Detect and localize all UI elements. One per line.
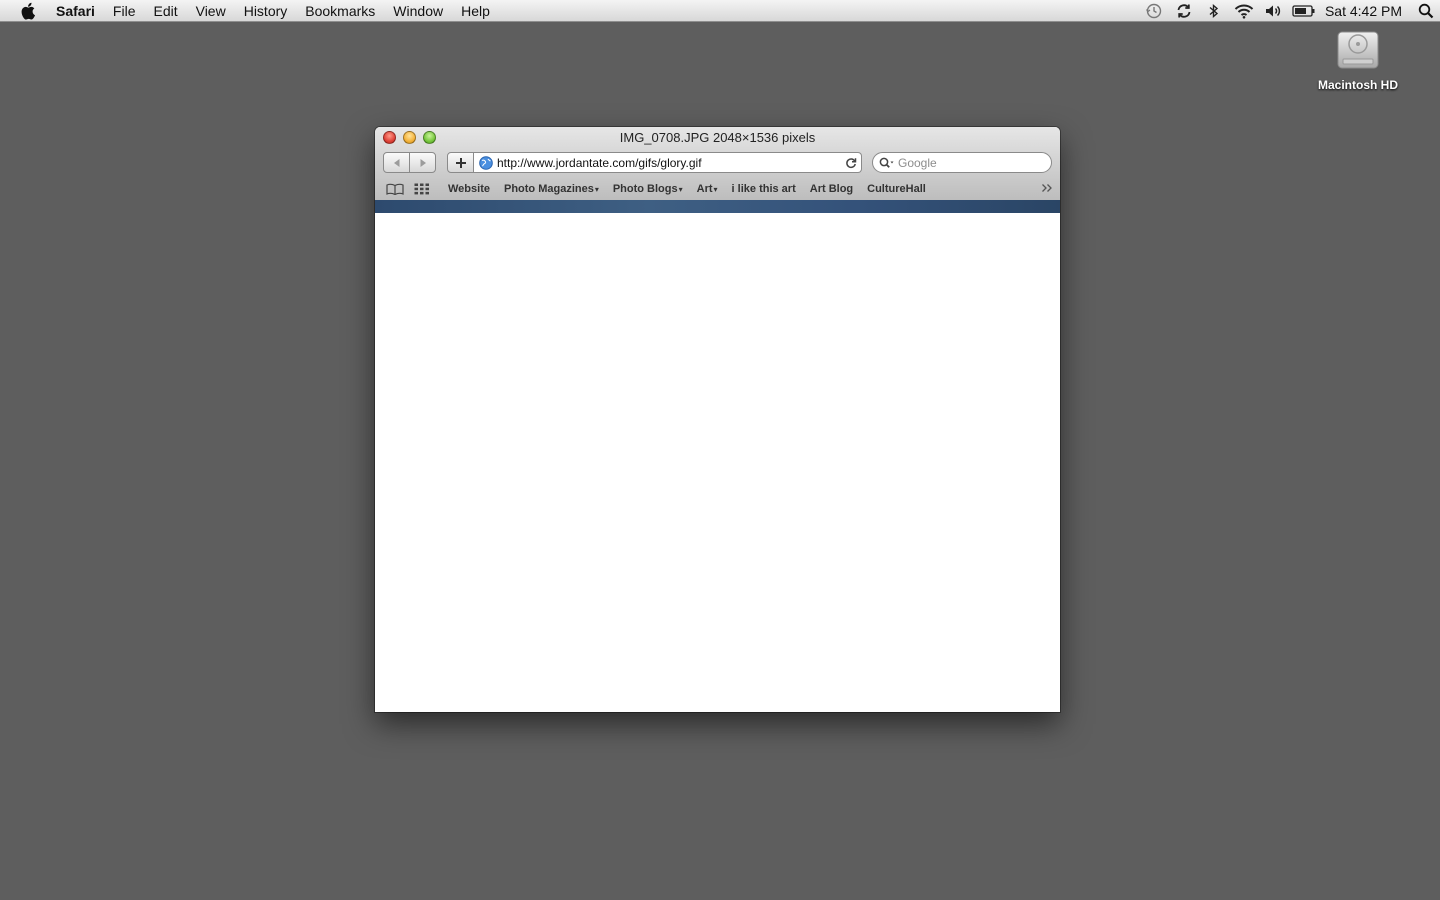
- search-icon: [876, 157, 898, 169]
- chevron-down-icon: ▾: [594, 184, 599, 194]
- bookmark-label: Art: [696, 182, 713, 195]
- battery-icon[interactable]: [1289, 0, 1319, 22]
- search-input[interactable]: [898, 155, 1038, 170]
- title-bar[interactable]: IMG_0708.JPG 2048×1536 pixels: [375, 127, 1060, 149]
- menu-view[interactable]: View: [187, 0, 235, 22]
- bookmark-website[interactable]: Website: [441, 183, 497, 195]
- page-content[interactable]: [375, 213, 1060, 712]
- window-title: IMG_0708.JPG 2048×1536 pixels: [619, 130, 816, 145]
- sync-icon[interactable]: [1169, 0, 1199, 22]
- nav-buttons: [383, 152, 436, 173]
- menu-window[interactable]: Window: [384, 0, 452, 22]
- menu-help[interactable]: Help: [452, 0, 499, 22]
- wifi-icon[interactable]: [1229, 0, 1259, 22]
- window-chrome: IMG_0708.JPG 2048×1536 pixels http://www…: [375, 127, 1060, 200]
- safari-window: IMG_0708.JPG 2048×1536 pixels http://www…: [375, 127, 1060, 712]
- search-field[interactable]: [872, 152, 1052, 173]
- reload-icon[interactable]: [841, 153, 861, 173]
- apple-menu-icon[interactable]: [18, 0, 40, 22]
- show-all-bookmarks-icon[interactable]: [384, 180, 406, 198]
- volume-icon[interactable]: [1259, 0, 1289, 22]
- menu-safari[interactable]: Safari: [54, 0, 104, 22]
- url-text: http://www.jordantate.com/gifs/glory.gif: [497, 155, 702, 170]
- menu-bookmarks[interactable]: Bookmarks: [296, 0, 384, 22]
- bookmark-photo-blogs[interactable]: Photo Blogs▾: [606, 183, 690, 195]
- top-sites-icon[interactable]: [411, 180, 433, 198]
- menu-clock[interactable]: Sat 4:42 PM: [1319, 0, 1412, 22]
- globe-icon: [477, 154, 495, 172]
- forward-button[interactable]: [409, 153, 435, 172]
- toolbar: http://www.jordantate.com/gifs/glory.gif: [375, 149, 1060, 177]
- plus-icon: [455, 157, 466, 168]
- chevron-down-icon: ▾: [713, 184, 718, 194]
- bookmarks-overflow-icon[interactable]: [1040, 179, 1054, 197]
- bookmark-label: i like this art: [731, 182, 796, 195]
- address-bar[interactable]: http://www.jordantate.com/gifs/glory.gif: [474, 152, 862, 173]
- time-machine-icon[interactable]: [1139, 0, 1169, 22]
- status-menus: Sat 4:42 PM: [1139, 0, 1440, 22]
- bookmark-culturehall[interactable]: CultureHall: [860, 183, 933, 195]
- bookmark-label: Photo Blogs: [612, 182, 678, 195]
- image-top-stripe: [375, 200, 1060, 213]
- menu-bar: Safari File Edit View History Bookmarks …: [0, 0, 1440, 22]
- bookmark-label: Website: [448, 182, 490, 195]
- menu-file[interactable]: File: [104, 0, 145, 22]
- add-bookmark-button[interactable]: [447, 152, 474, 173]
- bookmark-art-blog[interactable]: Art Blog: [803, 183, 860, 195]
- spotlight-search-icon[interactable]: [1412, 0, 1440, 22]
- menu-history[interactable]: History: [235, 0, 297, 22]
- bookmark-art[interactable]: Art▾: [690, 183, 725, 195]
- bookmark-i-like-this-art[interactable]: i like this art: [725, 183, 803, 195]
- bluetooth-icon[interactable]: [1199, 0, 1229, 22]
- bookmark-label: Art Blog: [809, 182, 854, 195]
- desktop-hd[interactable]: Macintosh HD: [1308, 28, 1408, 92]
- bookmark-photo-magazines[interactable]: Photo Magazines▾: [497, 183, 606, 195]
- hard-drive-icon: [1335, 28, 1381, 72]
- back-button[interactable]: [384, 153, 409, 172]
- bookmark-label: CultureHall: [867, 182, 926, 195]
- bookmark-label: Photo Magazines: [503, 182, 594, 195]
- menu-edit[interactable]: Edit: [144, 0, 186, 22]
- hd-label: Macintosh HD: [1317, 78, 1398, 92]
- bookmarks-bar: Website Photo Magazines▾ Photo Blogs▾ Ar…: [375, 177, 1060, 200]
- chevron-down-icon: ▾: [678, 184, 683, 194]
